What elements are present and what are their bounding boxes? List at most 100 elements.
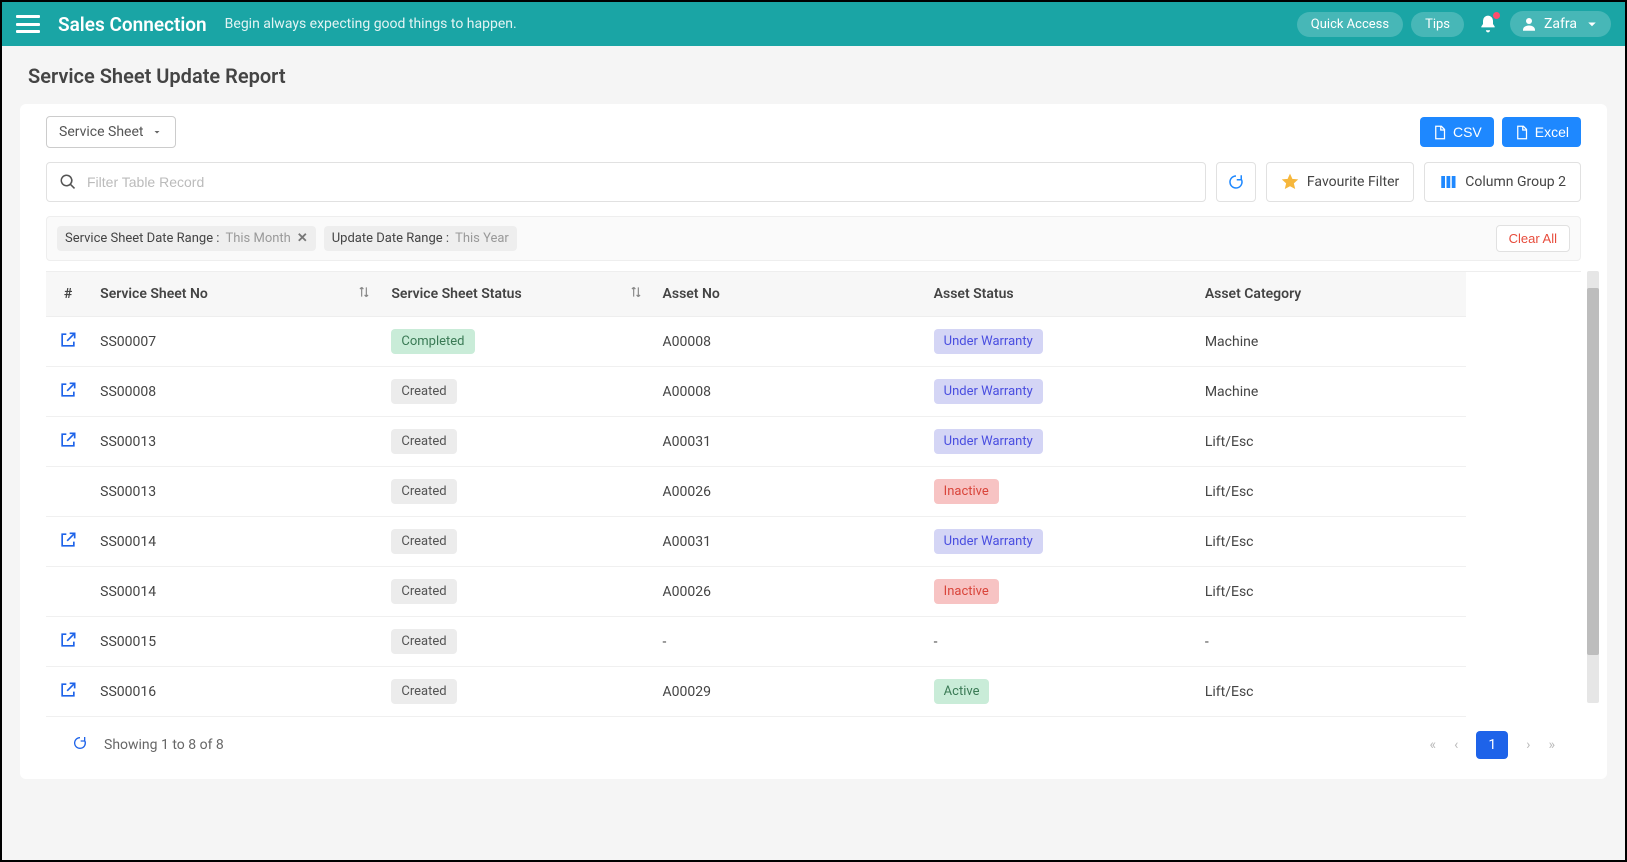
table-wrap[interactable]: # Service Sheet No Service Sheet Status … (46, 271, 1581, 717)
status-badge: Created (391, 529, 456, 554)
sort-icon (357, 285, 371, 303)
table-row: SS00014 Created A00031 Under Warranty Lift/E… (46, 517, 1466, 567)
refresh-icon (1227, 173, 1245, 191)
col-status-label: Service Sheet Status (391, 286, 521, 302)
page-title: Service Sheet Update Report (2, 46, 1625, 98)
asset-status-badge: Inactive (934, 579, 999, 604)
table-row: SS00008CreatedA00008Under WarrantyMachin… (46, 367, 1466, 417)
cell-category: Lift/Esc (1195, 517, 1466, 567)
filter-chip[interactable]: Service Sheet Date Range : This Month ✕ (57, 226, 316, 251)
user-name: Zafra (1544, 16, 1577, 32)
search-wrap (46, 162, 1206, 202)
col-service-sheet-no[interactable]: Service Sheet No (90, 272, 381, 317)
brand-title: Sales Connection (58, 13, 207, 36)
file-icon (1432, 125, 1447, 140)
notification-dot (1493, 12, 1500, 19)
export-csv-button[interactable]: CSV (1420, 117, 1494, 147)
user-icon (1520, 15, 1538, 33)
table-row: SS00007CompletedA00008Under WarrantyMach… (46, 317, 1466, 367)
filter-chip[interactable]: Update Date Range : This Year (324, 226, 517, 251)
refresh-button[interactable] (1216, 162, 1256, 202)
col-asset-category: Asset Category (1195, 272, 1466, 317)
top-bar: Sales Connection Begin always expecting … (2, 2, 1625, 46)
filter-input[interactable] (87, 174, 1193, 190)
file-icon (1514, 125, 1529, 140)
cell-asset-no: A00031 (653, 517, 924, 567)
cell-sheet-no: SS00014 (90, 567, 381, 617)
vertical-scrollbar[interactable] (1587, 271, 1599, 703)
asset-status-badge: Under Warranty (934, 429, 1043, 454)
column-group-button[interactable]: Column Group 2 (1424, 162, 1581, 202)
toolbar: Service Sheet CSV Excel (46, 116, 1581, 148)
pager-first[interactable]: « (1430, 737, 1437, 753)
cell-sheet-no: SS00016 (90, 667, 381, 717)
open-icon[interactable] (58, 530, 78, 550)
col-group-label: Column Group 2 (1465, 174, 1566, 190)
sheet-type-dropdown[interactable]: Service Sheet (46, 116, 176, 148)
open-icon[interactable] (58, 430, 78, 450)
open-icon[interactable] (58, 330, 78, 350)
cell-sheet-no: SS00013 (90, 417, 381, 467)
asset-status-badge: Active (934, 679, 990, 704)
cell-asset-no: A00026 (653, 467, 924, 517)
chip-label: Service Sheet Date Range : (65, 231, 219, 246)
status-badge: Created (391, 629, 456, 654)
excel-label: Excel (1535, 124, 1569, 140)
clear-all-button[interactable]: Clear All (1496, 225, 1570, 252)
pagination: « ‹ 1 › » (1430, 731, 1555, 759)
status-badge: Created (391, 679, 456, 704)
cell-category: Lift/Esc (1195, 417, 1466, 467)
table-row: SS00013CreatedA00026InactiveLift/Esc (46, 467, 1466, 517)
col-hash: # (46, 272, 90, 317)
chevron-down-icon (1583, 15, 1601, 33)
cell-sheet-no: SS00015 (90, 617, 381, 667)
open-icon[interactable] (58, 380, 78, 400)
cell-asset-no: A00031 (653, 417, 924, 467)
pager-prev[interactable]: ‹ (1454, 737, 1458, 753)
user-menu[interactable]: Zafra (1510, 11, 1611, 37)
cell-sheet-no: SS00014 (90, 517, 381, 567)
asset-status-badge: Under Warranty (934, 529, 1043, 554)
chip-value: This Month (225, 231, 290, 246)
col-service-sheet-status[interactable]: Service Sheet Status (381, 272, 652, 317)
menu-icon[interactable] (16, 15, 40, 33)
col-no-label: Service Sheet No (100, 286, 208, 302)
cell-category: Lift/Esc (1195, 667, 1466, 717)
close-icon[interactable]: ✕ (297, 231, 308, 246)
refresh-icon (72, 735, 88, 751)
sort-icon (629, 285, 643, 303)
pager-current[interactable]: 1 (1476, 731, 1508, 759)
cell-category: - (1195, 617, 1466, 667)
scrollbar-thumb[interactable] (1587, 288, 1599, 655)
cell-asset-no: A00029 (653, 667, 924, 717)
columns-icon (1439, 173, 1457, 191)
cell-sheet-no: SS00007 (90, 317, 381, 367)
status-badge: Completed (391, 329, 474, 354)
table-row: SS00013 Created A00031 Under Warranty Lift/E… (46, 417, 1466, 467)
tagline: Begin always expecting good things to ha… (225, 16, 517, 32)
quick-access-button[interactable]: Quick Access (1297, 12, 1403, 37)
csv-label: CSV (1453, 124, 1482, 140)
table-row: SS00014CreatedA00026InactiveLift/Esc (46, 567, 1466, 617)
favourite-filter-button[interactable]: Favourite Filter (1266, 162, 1414, 202)
asset-status-badge: Under Warranty (934, 379, 1043, 404)
table-row: SS00015Created--- (46, 617, 1466, 667)
sheet-type-label: Service Sheet (59, 124, 143, 140)
status-badge: Created (391, 429, 456, 454)
cell-asset-no: A00008 (653, 367, 924, 417)
cell-category: Lift/Esc (1195, 467, 1466, 517)
asset-status: - (934, 634, 938, 650)
cell-asset-no: A00026 (653, 567, 924, 617)
notification-icon[interactable] (1478, 14, 1498, 34)
reload-button[interactable] (72, 735, 88, 755)
pager-next[interactable]: › (1526, 737, 1530, 753)
export-excel-button[interactable]: Excel (1502, 117, 1581, 147)
open-icon[interactable] (58, 680, 78, 700)
chevron-down-icon (151, 126, 163, 138)
cell-sheet-no: SS00013 (90, 467, 381, 517)
pager-last[interactable]: » (1548, 737, 1555, 753)
report-table: # Service Sheet No Service Sheet Status … (46, 272, 1466, 717)
cell-category: Machine (1195, 367, 1466, 417)
open-icon[interactable] (58, 630, 78, 650)
tips-button[interactable]: Tips (1411, 12, 1464, 37)
